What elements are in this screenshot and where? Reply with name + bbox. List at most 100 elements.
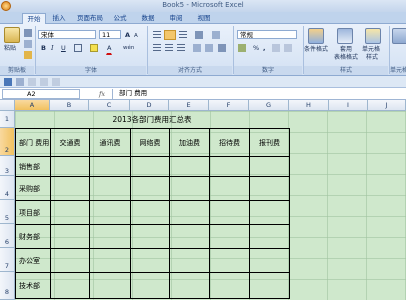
department-cell[interactable]: 销售部 (15, 156, 51, 177)
data-cell[interactable] (249, 176, 290, 201)
data-cell[interactable] (169, 248, 210, 273)
orientation-icon[interactable] (195, 31, 203, 39)
data-cell[interactable] (50, 224, 90, 249)
cell-styles-line2[interactable]: 样式 (366, 54, 378, 61)
column-header[interactable]: A (15, 100, 50, 111)
tab-view[interactable]: 视图 (194, 13, 214, 24)
font-color-button[interactable]: A (106, 43, 113, 55)
data-cell[interactable] (249, 248, 290, 273)
conditional-formatting-icon[interactable] (308, 28, 324, 44)
column-header[interactable]: C (89, 100, 130, 111)
data-cell[interactable] (169, 156, 210, 177)
department-cell[interactable]: 财务部 (15, 224, 51, 249)
phonetic-button[interactable]: wén (122, 43, 135, 54)
header-cell[interactable]: 通讯费 (89, 128, 131, 157)
row-header[interactable]: 3 (0, 156, 15, 176)
conditional-formatting-button[interactable]: 条件格式 (304, 46, 328, 53)
shrink-font-button[interactable]: A (133, 31, 139, 42)
insert-cells-icon[interactable] (392, 28, 406, 44)
row-header[interactable]: 5 (0, 200, 15, 224)
department-cell[interactable]: 技术部 (15, 272, 51, 299)
format-as-table-icon[interactable] (337, 28, 353, 44)
data-cell[interactable] (130, 176, 170, 201)
decrease-indent-icon[interactable] (193, 44, 201, 52)
data-cell[interactable] (130, 156, 170, 177)
header-cell[interactable]: 招待费 (209, 128, 250, 157)
format-as-table-line2[interactable]: 表格格式 (334, 54, 358, 61)
bold-button[interactable]: B (40, 43, 47, 54)
data-cell[interactable] (249, 272, 290, 299)
header-cell[interactable]: 加油费 (169, 128, 210, 157)
save-icon[interactable] (4, 78, 12, 86)
department-cell[interactable]: 采购部 (15, 176, 51, 201)
merge-center-icon[interactable] (218, 44, 226, 52)
align-right-icon[interactable] (177, 44, 185, 52)
data-cell[interactable] (89, 156, 131, 177)
row-header[interactable]: 4 (0, 176, 15, 200)
select-all-corner[interactable] (0, 100, 15, 111)
underline-button[interactable]: U (60, 43, 67, 54)
font-size-select[interactable]: 11 (99, 30, 121, 39)
paste-icon[interactable] (4, 27, 20, 43)
tab-page-layout[interactable]: 页面布局 (74, 13, 106, 24)
name-box[interactable]: A2 (2, 89, 80, 99)
cell-styles-line1[interactable]: 单元格 (362, 46, 380, 53)
data-cell[interactable] (209, 176, 250, 201)
data-cell[interactable] (169, 176, 210, 201)
tab-review[interactable]: 审阅 (166, 13, 186, 24)
row-header[interactable]: 7 (0, 248, 15, 272)
percent-button[interactable]: % (252, 43, 260, 54)
column-header[interactable]: E (169, 100, 209, 111)
data-cell[interactable] (50, 200, 90, 225)
data-cell[interactable] (130, 248, 170, 273)
data-cell[interactable] (209, 200, 250, 225)
decrease-decimal-icon[interactable] (284, 44, 292, 52)
column-header[interactable]: B (50, 100, 89, 111)
number-format-select[interactable]: 常规 (237, 30, 297, 39)
increase-decimal-icon[interactable] (272, 44, 280, 52)
format-as-table-line1[interactable]: 套用 (340, 46, 352, 53)
header-cell[interactable]: 报刊费 (249, 128, 290, 157)
grow-font-button[interactable]: A (124, 30, 131, 41)
customize-qat-icon[interactable] (52, 78, 60, 86)
column-header[interactable]: F (209, 100, 249, 111)
tab-home[interactable]: 开始 (22, 13, 46, 24)
column-header[interactable]: D (130, 100, 169, 111)
tab-formulas[interactable]: 公式 (110, 13, 130, 24)
column-header[interactable]: G (249, 100, 289, 111)
currency-icon[interactable] (238, 44, 246, 52)
data-cell[interactable] (249, 200, 290, 225)
wrap-text-icon[interactable] (212, 31, 220, 39)
tab-insert[interactable]: 插入 (48, 13, 70, 24)
comma-button[interactable]: , (262, 43, 266, 54)
header-cell[interactable]: 部门 费用 (15, 128, 51, 157)
row-header[interactable]: 6 (0, 224, 15, 248)
data-cell[interactable] (50, 176, 90, 201)
data-cell[interactable] (209, 272, 250, 299)
formula-input[interactable]: 部门 费用 (112, 89, 404, 99)
increase-indent-icon[interactable] (205, 44, 213, 52)
department-cell[interactable]: 项目部 (15, 200, 51, 225)
align-left-icon[interactable] (153, 44, 161, 52)
data-cell[interactable] (169, 200, 210, 225)
fill-color-icon[interactable] (90, 44, 98, 52)
department-cell[interactable]: 办公室 (15, 248, 51, 273)
paste-button[interactable]: 粘贴 (4, 45, 16, 52)
header-cell[interactable]: 网络费 (130, 128, 170, 157)
cell-styles-icon[interactable] (365, 28, 381, 44)
data-cell[interactable] (50, 272, 90, 299)
copy-icon[interactable] (24, 40, 32, 48)
cut-icon[interactable] (24, 29, 32, 37)
data-cell[interactable] (209, 156, 250, 177)
fx-button[interactable]: fx (98, 89, 106, 100)
row-header[interactable]: 8 (0, 272, 15, 300)
font-name-select[interactable]: 宋体 (38, 30, 96, 39)
row-header[interactable]: 1 (0, 111, 15, 128)
row-header[interactable]: 2 (0, 128, 15, 156)
align-top-icon[interactable] (153, 31, 161, 39)
undo-icon[interactable] (16, 78, 24, 86)
data-cell[interactable] (89, 248, 131, 273)
print-icon[interactable] (40, 78, 48, 86)
data-cell[interactable] (249, 224, 290, 249)
data-cell[interactable] (89, 176, 131, 201)
